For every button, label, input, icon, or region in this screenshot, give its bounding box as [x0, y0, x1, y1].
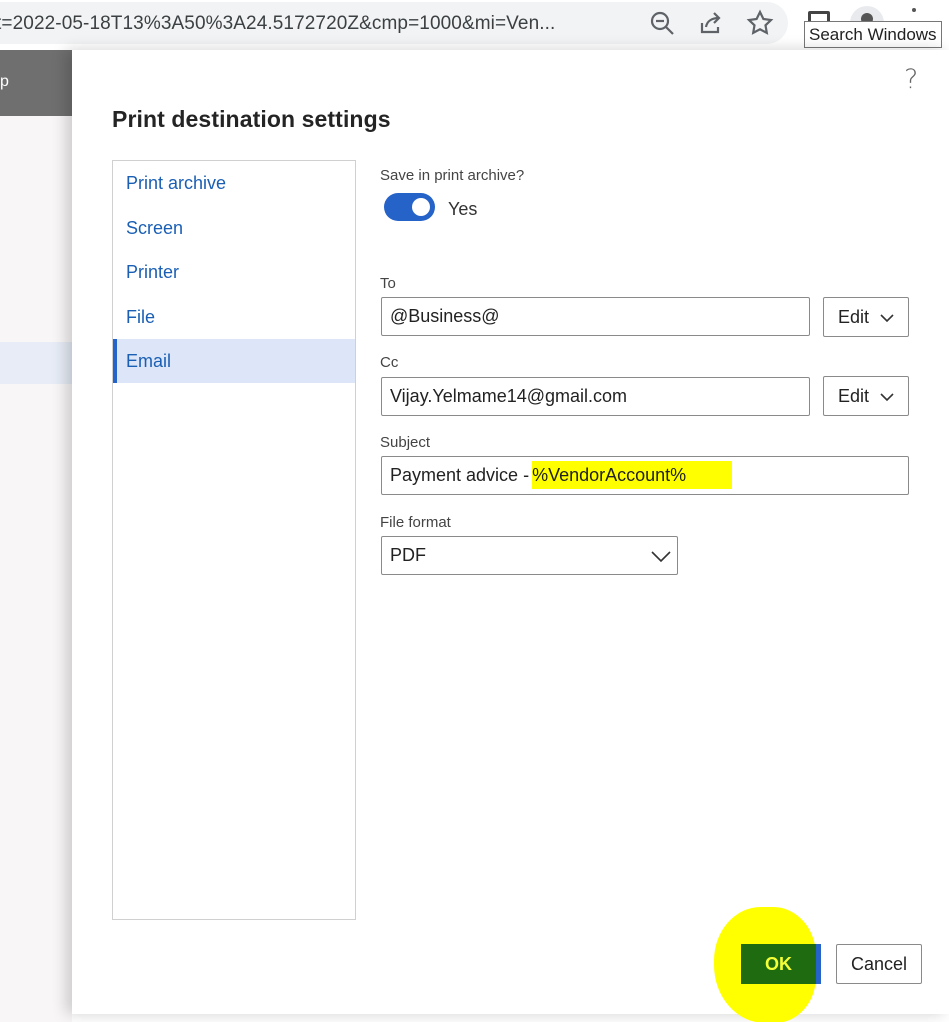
file-format-select[interactable]: PDF — [381, 536, 678, 575]
subject-field[interactable]: Payment advice - %VendorAccount% — [381, 456, 909, 495]
to-edit-button[interactable]: Edit — [823, 297, 909, 337]
chevron-down-icon — [880, 314, 894, 323]
file-format-value: PDF — [390, 545, 426, 565]
ok-button[interactable]: OK — [741, 944, 821, 984]
to-label: To — [380, 275, 396, 292]
share-icon[interactable] — [697, 9, 725, 37]
url-text[interactable]: /?t=2022-05-18T13%3A50%3A24.5172720Z&cmp… — [0, 13, 555, 35]
background-header: p — [0, 50, 72, 116]
cc-label: Cc — [380, 354, 399, 371]
file-format-label: File format — [380, 514, 451, 531]
save-archive-toggle[interactable] — [384, 193, 435, 221]
cc-field[interactable]: Vijay.Yelmame14@gmail.com — [381, 377, 810, 416]
cc-edit-button[interactable]: Edit — [823, 376, 909, 416]
print-destination-dialog: ? Print destination settings Print archi… — [72, 50, 949, 1022]
subject-text: Payment advice - — [390, 465, 535, 485]
nav-item-print-archive[interactable]: Print archive — [113, 161, 355, 205]
subject-label: Subject — [380, 434, 431, 451]
subject-highlighted-token: %VendorAccount% — [532, 461, 733, 489]
background-header-text: p — [0, 73, 9, 90]
save-archive-label: Save in print archive? — [380, 167, 525, 184]
background-app: p — [0, 50, 72, 1022]
nav-item-file[interactable]: File — [113, 295, 355, 339]
chevron-down-icon — [651, 551, 671, 563]
search-windows-tooltip: Search Windows — [804, 21, 942, 48]
nav-item-email[interactable]: Email — [113, 339, 355, 383]
nav-item-printer[interactable]: Printer — [113, 250, 355, 294]
cancel-button[interactable]: Cancel — [836, 944, 922, 984]
dialog-title: Print destination settings — [112, 106, 391, 132]
menu-icon[interactable] — [912, 8, 916, 12]
to-edit-label: Edit — [838, 307, 870, 327]
chevron-down-icon — [880, 393, 894, 402]
star-icon[interactable] — [746, 9, 774, 37]
cc-edit-label: Edit — [838, 386, 870, 406]
help-icon[interactable]: ? — [904, 64, 918, 95]
background-selected-row — [0, 342, 72, 384]
to-field[interactable]: @Business@ — [381, 297, 810, 336]
save-archive-value: Yes — [448, 199, 478, 219]
destination-list: Print archive Screen Printer File Email — [112, 160, 356, 920]
zoom-icon[interactable] — [648, 9, 676, 37]
browser-toolbar: /?t=2022-05-18T13%3A50%3A24.5172720Z&cmp… — [0, 0, 949, 50]
nav-item-screen[interactable]: Screen — [113, 206, 355, 250]
